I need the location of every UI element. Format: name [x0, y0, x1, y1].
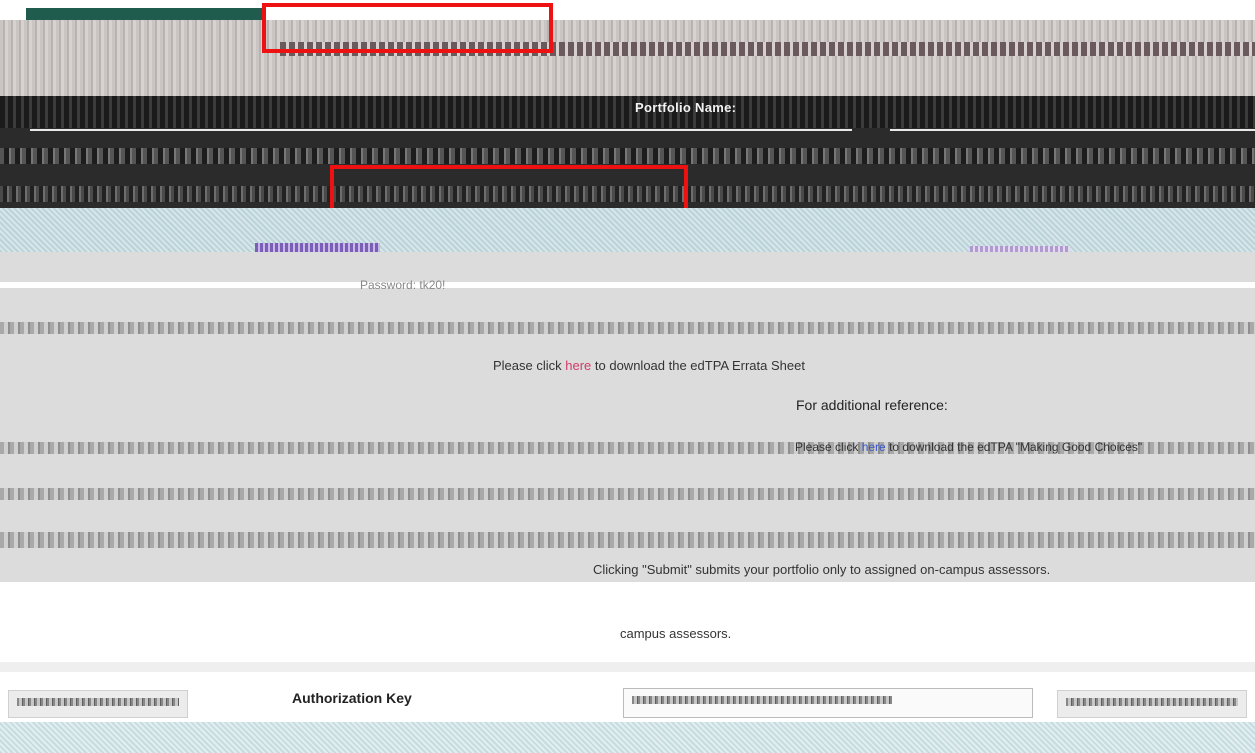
- portfolio-info-row: [0, 148, 1255, 164]
- errata-suffix: to download the edTPA Errata Sheet: [591, 358, 805, 373]
- divider-right: [890, 129, 1255, 131]
- making-choices-link[interactable]: here: [862, 440, 886, 454]
- button-label-noise: [1066, 698, 1238, 706]
- footer-band: [0, 722, 1255, 753]
- top-navigation[interactable]: [0, 20, 1255, 96]
- making-suffix: to download the edTPA "Making Good Choic…: [885, 440, 1143, 454]
- left-action-button[interactable]: [8, 690, 188, 718]
- panel-text-line: [0, 322, 1255, 334]
- making-choices-text: Please click here to download the edTPA …: [795, 440, 1142, 454]
- errata-download-text: Please click here to download the edTPA …: [493, 358, 805, 373]
- nav-menu-strip[interactable]: [280, 42, 1255, 56]
- making-prefix: Please click: [795, 440, 862, 454]
- divider-left: [30, 129, 852, 131]
- panel-gap: [0, 282, 1255, 288]
- transfer-button[interactable]: [1057, 690, 1247, 718]
- errata-prefix: Please click: [493, 358, 566, 373]
- button-label-noise: [17, 698, 179, 706]
- portfolio-name-label: Portfolio Name:: [635, 100, 737, 115]
- additional-reference-heading: For additional reference:: [796, 397, 948, 413]
- panel-text-line: [0, 488, 1255, 500]
- portfolio-header-band: [0, 96, 1255, 208]
- password-text: Password: tk20!: [360, 278, 446, 292]
- divider: [0, 662, 1255, 672]
- errata-download-link[interactable]: here: [565, 358, 591, 373]
- authorization-key-label: Authorization Key: [292, 690, 412, 706]
- authorization-key-input[interactable]: [623, 688, 1033, 718]
- portfolio-status-row: [0, 186, 1255, 202]
- content-panel: [0, 252, 1255, 582]
- portfolio-title-row: [0, 96, 1255, 128]
- submit-note: Clicking "Submit" submits your portfolio…: [593, 562, 1051, 577]
- assessor-note: campus assessors.: [620, 626, 732, 641]
- input-value-noise: [632, 696, 892, 704]
- panel-text-line: [0, 532, 1255, 548]
